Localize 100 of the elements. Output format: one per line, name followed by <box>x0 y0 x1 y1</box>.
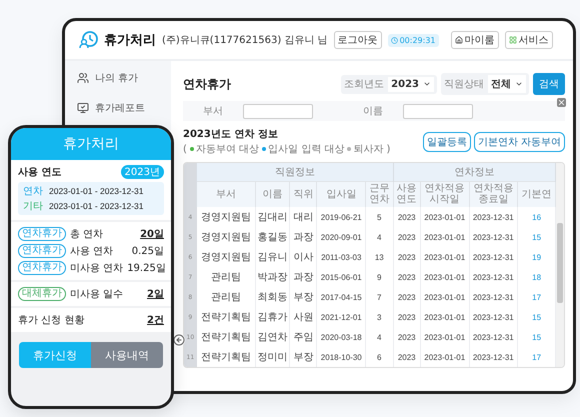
phone-tab-button[interactable]: 사용내역 <box>91 342 163 368</box>
table-cell: 박과장 <box>256 267 290 287</box>
table-cell: 2023-01-01 <box>420 247 470 267</box>
legend-label: 입사일 입력 대상 <box>268 143 344 156</box>
table-cell: 2023-12-31 <box>469 267 518 287</box>
column-header: 근무연차 <box>366 181 394 207</box>
period-range: 2023-01-01 - 2023-12-31 <box>49 201 144 211</box>
filter-control[interactable]: 직원상태 전체 <box>441 73 529 95</box>
group-header: 직원정보 <box>196 163 394 181</box>
table-cell: 2023-01-01 <box>420 287 470 307</box>
table-cell: 전략기획팀 <box>196 347 256 367</box>
table-cell: 2017-04-15 <box>316 287 366 307</box>
caret-icon <box>423 80 431 88</box>
logout-button[interactable]: 로그아웃 <box>334 31 382 49</box>
table-cell: 홍길동 <box>256 227 290 247</box>
table-cell: 7 <box>366 287 394 307</box>
column-header: 이름 <box>256 181 290 207</box>
year-label: 사용 연도 <box>18 166 62 179</box>
table-cell: 4 <box>366 327 394 347</box>
table-cell: 김유니 <box>256 247 290 267</box>
table-cell: 전략기획팀 <box>196 307 256 327</box>
table-cell: 2015-06-01 <box>316 267 366 287</box>
table-cell: 2023-01-01 <box>420 227 470 247</box>
field-label: 이름 <box>362 105 384 118</box>
table-cell: 과장 <box>290 227 317 247</box>
table-cell: 2023 <box>393 267 420 287</box>
close-icon[interactable] <box>557 98 566 107</box>
table-cell: 2021-12-01 <box>316 307 366 327</box>
table-cell: 2023 <box>393 227 420 247</box>
period-label: 기타 <box>23 200 44 213</box>
table-cell: 2023 <box>393 347 420 367</box>
table-cell: 9 <box>366 267 394 287</box>
summary-label: 휴가 신청 현황 <box>18 314 84 327</box>
sidebar-item[interactable]: 휴가레포트 <box>77 101 171 115</box>
table-cell: 2023-12-31 <box>469 227 518 247</box>
column-header: 부서 <box>196 181 256 207</box>
summary-link[interactable]: 2일 <box>147 287 164 301</box>
monitor-check-icon <box>77 102 89 114</box>
table-cell: 2023-12-31 <box>469 207 518 227</box>
summary-label: 미사용 일수 <box>70 288 124 301</box>
column-header: 기본연 <box>518 181 556 207</box>
table-cell: 2018-10-30 <box>316 347 366 367</box>
table-cell: 4 <box>366 227 394 247</box>
table-cell: 김휴가 <box>256 307 290 327</box>
summary-value: 0.25일 <box>132 245 164 258</box>
table-cell: 2023-12-31 <box>469 307 518 327</box>
page-title: 연차휴가 <box>183 76 231 92</box>
table-cell: 2023-12-31 <box>469 247 518 267</box>
home-icon <box>454 36 463 44</box>
table-cell: 부장 <box>290 287 317 307</box>
period-range: 2023-01-01 - 2023-12-31 <box>49 186 144 196</box>
table-cell: 관리팀 <box>196 267 256 287</box>
table-cell: 5 <box>366 207 394 227</box>
summary-link[interactable]: 20일 <box>140 227 164 241</box>
table-cell: 2023-01-01 <box>420 307 470 327</box>
logo-icon <box>79 31 99 49</box>
section-title: 2023년도 연차 정보 <box>183 128 279 141</box>
field-label: 부서 <box>202 105 224 118</box>
table-cell: 2023 <box>393 327 420 347</box>
action-button[interactable]: 기본연차 자동부여 <box>474 132 565 152</box>
legend-label: 퇴사자 <box>353 143 384 156</box>
table-cell: 주임 <box>290 327 317 347</box>
leave-tag: 대체휴가 <box>18 287 66 301</box>
input-field[interactable] <box>243 104 313 118</box>
year-badge: 2023년 <box>120 165 164 179</box>
scrollbar[interactable] <box>556 163 564 367</box>
column-header: 연차적용시작일 <box>420 181 470 207</box>
summary-link[interactable]: 2건 <box>147 313 164 327</box>
column-header: 직위 <box>290 181 317 207</box>
phone-title: 휴가처리 <box>11 128 171 160</box>
table-cell: 김연차 <box>256 327 290 347</box>
table-cell: 2023-12-31 <box>469 327 518 347</box>
grid-icon <box>508 36 517 44</box>
legend-bracket: ) <box>386 144 390 154</box>
table-cell: 2023-01-01 <box>420 267 470 287</box>
table-cell: 2023-12-31 <box>469 347 518 367</box>
leave-tag: 연차휴가 <box>18 261 66 275</box>
table-cell: 13 <box>366 247 394 267</box>
table-cell: 2020-09-01 <box>316 227 366 247</box>
app-logo-text: 휴가처리 <box>104 32 156 49</box>
header-link[interactable]: 서비스 <box>504 31 553 49</box>
table-cell: 경영지원팀 <box>196 247 256 267</box>
table-cell: 과장 <box>290 267 317 287</box>
leave-tag: 연차휴가 <box>18 244 66 258</box>
period-label: 연차 <box>23 185 44 198</box>
header-link[interactable]: 마이룸 <box>450 31 499 49</box>
summary-value: 19.25일 <box>127 262 166 275</box>
table-cell: 이사 <box>290 247 317 267</box>
legend-label: 자동부여 대상 <box>196 143 260 156</box>
action-button[interactable]: 일괄등록 <box>422 132 471 152</box>
table-cell: 2023-01-01 <box>420 207 470 227</box>
table-cell: 경영지원팀 <box>196 227 256 247</box>
summary-label: 총 연차 <box>70 228 104 241</box>
input-field[interactable] <box>403 104 473 118</box>
table-cell: 3 <box>366 307 394 327</box>
filter-control[interactable]: 조회년도 2023 <box>341 74 437 94</box>
session-timer: 00:29:31 <box>388 34 439 46</box>
table-cell: 부장 <box>290 347 317 367</box>
sidebar-item[interactable]: 나의 휴가 <box>77 71 171 85</box>
table-cell: 관리팀 <box>196 287 256 307</box>
